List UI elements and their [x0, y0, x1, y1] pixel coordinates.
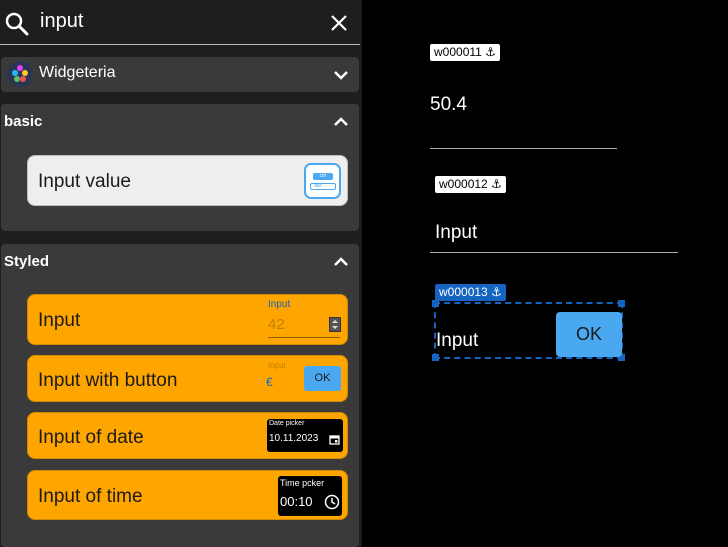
preview-value: 42: [268, 316, 285, 333]
preview-value: 10.11.2023: [269, 433, 319, 444]
widget-set-select[interactable]: Widgeteria: [1, 57, 359, 92]
widget-id-label: w000013: [439, 285, 488, 299]
preview-label: Input: [268, 299, 291, 310]
palette-item-label: Input: [38, 310, 81, 331]
section-title-basic: basic: [4, 113, 43, 130]
time-picker-preview: Time pcker 00:10: [278, 476, 342, 516]
input-value-icon: ctrl abc: [304, 163, 341, 199]
resize-handle[interactable]: [618, 300, 625, 307]
widgeteria-logo-icon: [7, 61, 33, 87]
chevron-down-icon[interactable]: [333, 70, 349, 80]
preview-euro-prefix: €: [266, 375, 273, 389]
palette-item-input[interactable]: Input Input 42: [27, 294, 348, 345]
widget-id-tag[interactable]: w000012 ⚓: [435, 176, 506, 193]
app-root: input Widgeteria basic Input value ctrl …: [0, 0, 728, 547]
preview-label: Input: [268, 361, 286, 370]
palette-item-input-of-time[interactable]: Input of time Time pcker 00:10: [27, 470, 348, 520]
search-bar: input: [0, 0, 362, 46]
palette-item-label: Input value: [38, 171, 131, 192]
widget-value-text[interactable]: 50.4: [430, 94, 467, 116]
calendar-icon: [329, 435, 340, 445]
widget-underline: [430, 252, 678, 253]
close-icon[interactable]: [330, 14, 348, 32]
widget-palette-sidebar: input Widgeteria basic Input value ctrl …: [0, 0, 362, 547]
clock-icon: [324, 494, 340, 510]
palette-item-label: Input with button: [38, 370, 178, 391]
widget-ok-button[interactable]: OK: [556, 312, 622, 357]
widget-input-field[interactable]: Input: [435, 222, 477, 244]
section-styled: Styled Input Input 42 Input with button …: [1, 244, 359, 547]
widget-input-field[interactable]: Input: [436, 330, 478, 352]
palette-item-label: Input of date: [38, 427, 144, 448]
section-basic: basic Input value ctrl abc: [1, 104, 359, 231]
input-value-icon-ctrl: ctrl: [313, 173, 333, 180]
widget-set-name: Widgeteria: [39, 64, 116, 81]
section-title-styled: Styled: [4, 253, 50, 270]
widget-id-label: w000012: [439, 177, 488, 191]
preview-ok-button: OK: [304, 366, 341, 391]
widget-id-label: w000011: [434, 45, 482, 59]
input-value-icon-abc: abc: [310, 183, 336, 190]
preview-label: Time pcker: [280, 478, 325, 488]
widget-id-tag[interactable]: w000011 ⚓: [430, 44, 500, 61]
preview-value: 00:10: [280, 494, 313, 509]
date-picker-preview: Date picker 10.11.2023: [267, 419, 343, 452]
search-icon: [5, 12, 29, 36]
resize-handle[interactable]: [432, 354, 439, 361]
widget-id-tag-selected[interactable]: w000013 ⚓: [435, 284, 506, 301]
chevron-up-icon[interactable]: [333, 117, 349, 127]
editor-canvas: w000011 ⚓ 50.4 w000012 ⚓ Input w000013 ⚓…: [370, 0, 728, 547]
palette-item-input-with-button[interactable]: Input with button Input € OK: [27, 355, 348, 402]
search-input[interactable]: input: [40, 10, 83, 33]
selected-widget-frame[interactable]: Input OK: [432, 300, 625, 361]
anchor-icon: ⚓: [491, 285, 502, 299]
anchor-icon: ⚓: [485, 45, 496, 59]
search-underline: [0, 44, 360, 45]
palette-item-input-of-date[interactable]: Input of date Date picker 10.11.2023: [27, 412, 348, 459]
palette-item-label: Input of time: [38, 486, 143, 507]
palette-item-input-value[interactable]: Input value ctrl abc: [27, 155, 348, 206]
widget-underline: [430, 148, 617, 149]
chevron-up-icon[interactable]: [333, 257, 349, 267]
preview-underline: [268, 337, 340, 338]
preview-label: Date picker: [269, 420, 305, 427]
anchor-icon: ⚓: [491, 177, 502, 191]
stepper-icon: [329, 317, 341, 332]
resize-handle[interactable]: [432, 300, 439, 307]
